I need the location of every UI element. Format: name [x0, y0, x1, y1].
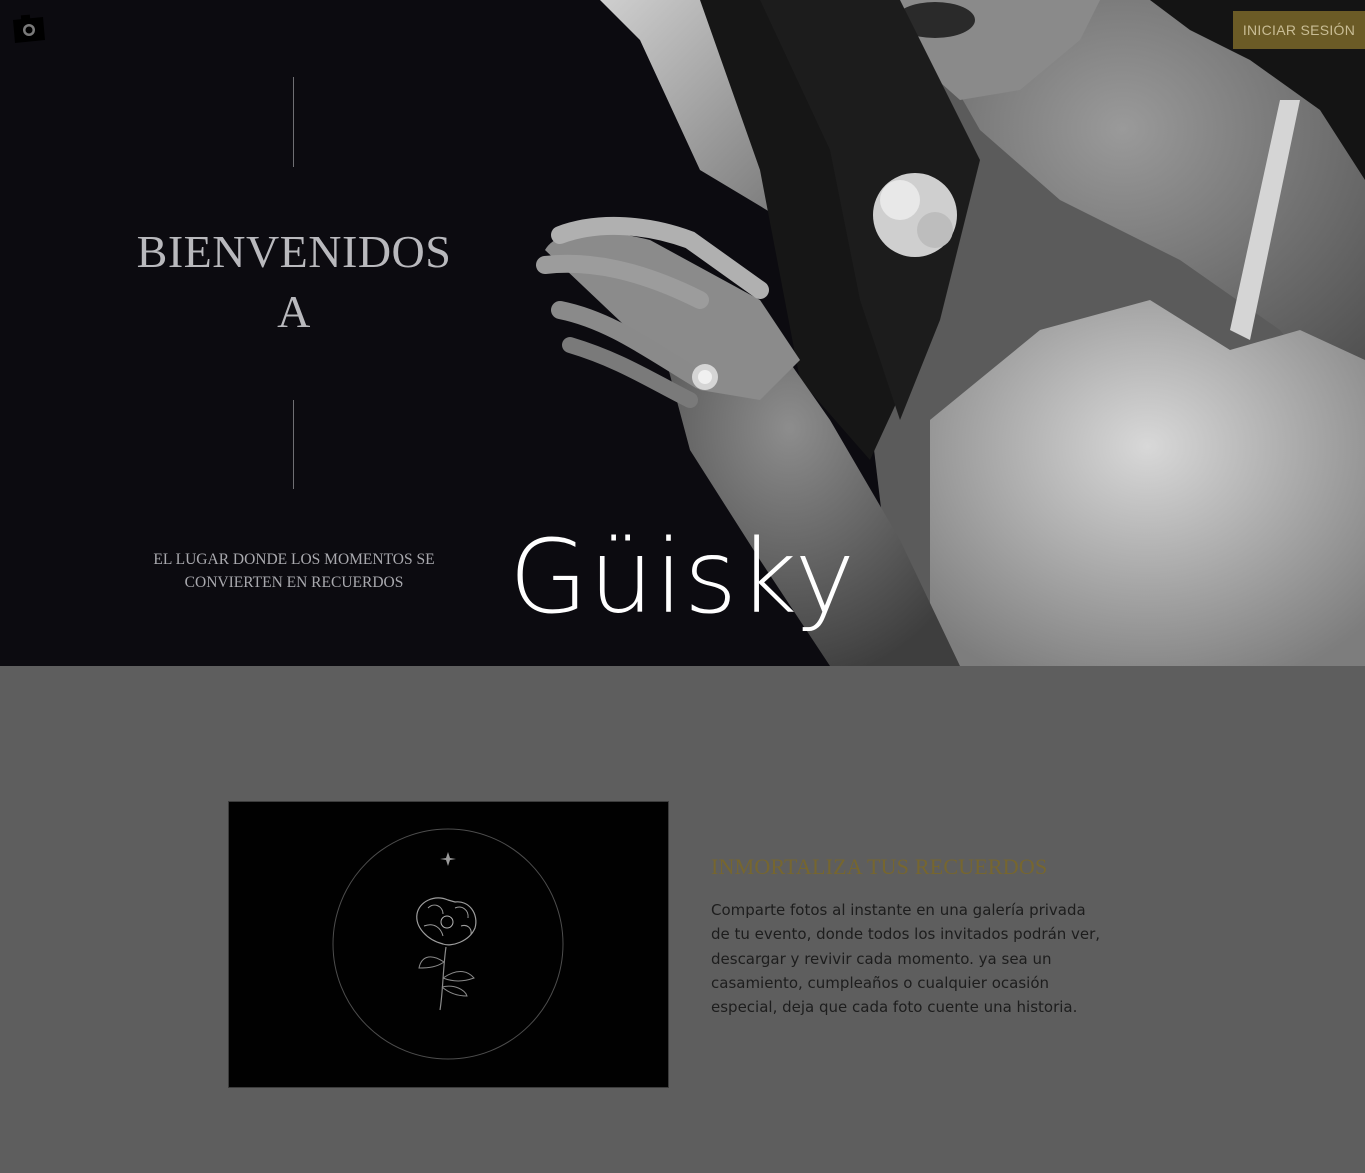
hero-divider-bottom — [293, 400, 294, 489]
landing-page: INICIAR SESIÓN BIENVENIDOS A EL LUGAR DO… — [0, 0, 1365, 1173]
flower-icon — [332, 828, 564, 1060]
feature-image-card — [228, 801, 669, 1088]
camera-logo-button[interactable] — [12, 14, 46, 44]
hero-divider-top — [293, 77, 294, 167]
hero-title-line2: A — [277, 286, 311, 337]
feature-description: Comparte fotos al instante en una galerí… — [711, 901, 1101, 1017]
camera-icon — [13, 14, 45, 43]
hero-title: BIENVENIDOS A — [94, 222, 494, 342]
hero-title-line1: BIENVENIDOS — [136, 226, 452, 277]
login-button[interactable]: INICIAR SESIÓN — [1233, 11, 1365, 49]
feature-heading: INMORTALIZA TUS RECUERDOS — [711, 854, 1048, 879]
brand-wordmark: Güisky — [509, 518, 856, 637]
